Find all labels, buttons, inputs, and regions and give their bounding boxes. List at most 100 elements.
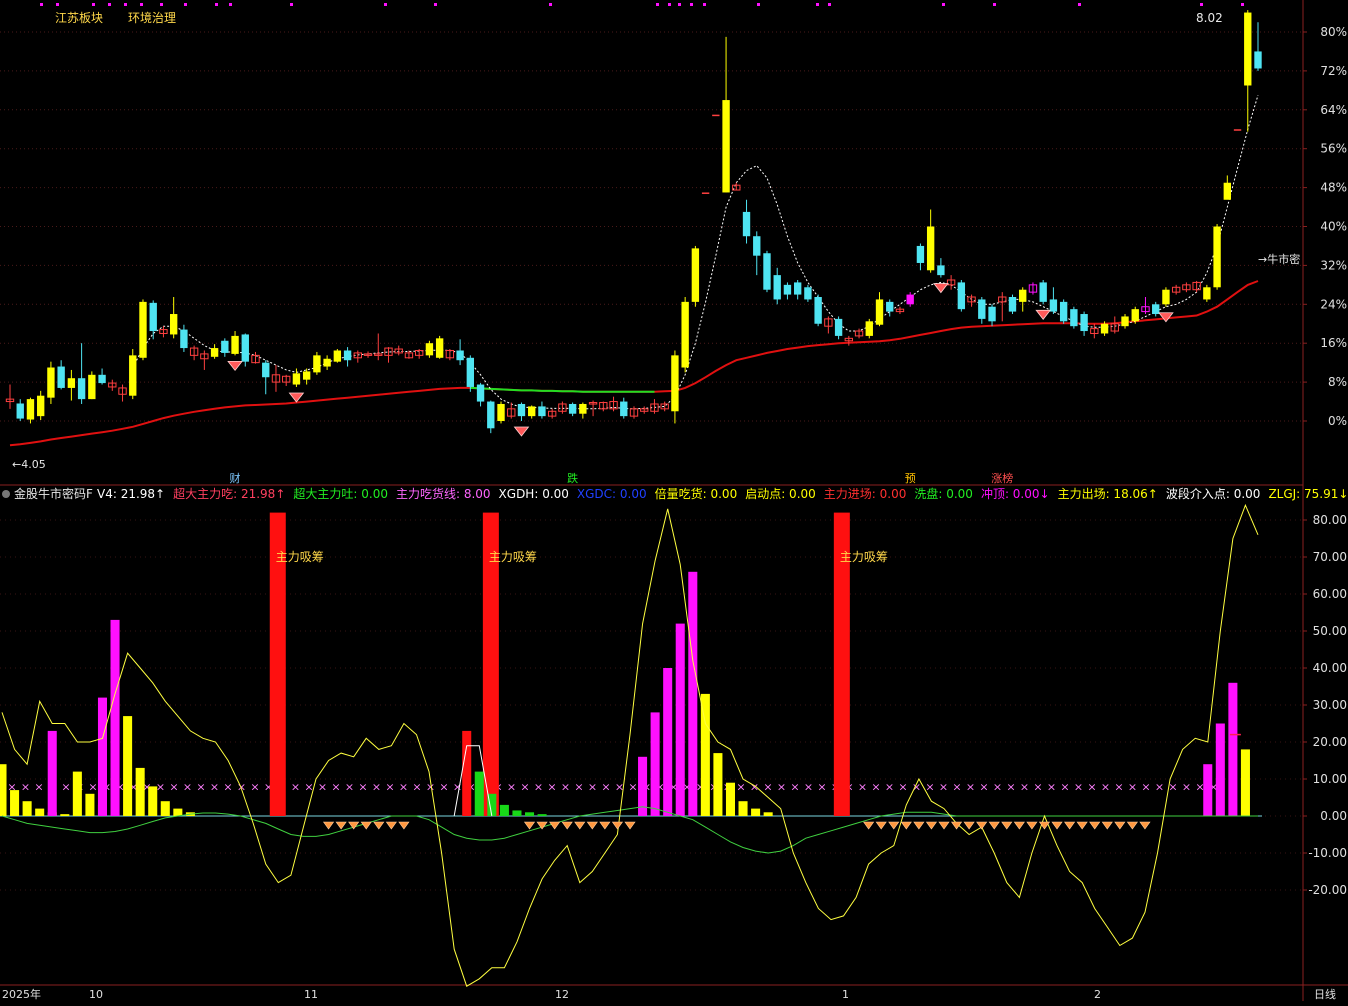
period-label[interactable]: 日线 xyxy=(1314,987,1336,1001)
green-bar xyxy=(499,804,509,816)
candle-body xyxy=(1059,301,1068,322)
candle-body xyxy=(804,287,812,300)
candle-body xyxy=(323,358,331,367)
accumulation-x-marker: × xyxy=(399,780,408,793)
top-marker-dot xyxy=(40,3,43,6)
yellow-bar xyxy=(22,801,32,816)
indicator-field: XGDC: 0.00 xyxy=(577,487,647,501)
indicator-toggle-icon[interactable] xyxy=(2,490,10,498)
indicator-field: 洗盘: 0.00 xyxy=(914,486,973,501)
osc-tick-label: 70.00 xyxy=(1313,550,1347,564)
yellow-bar xyxy=(173,808,183,816)
candle-body xyxy=(57,366,65,388)
red-bar xyxy=(462,730,472,816)
top-marker-dot xyxy=(290,3,293,6)
osc-tick-label: 50.00 xyxy=(1313,624,1347,638)
candle-body xyxy=(1223,182,1231,200)
yellow-bar xyxy=(0,764,7,816)
yellow-bar xyxy=(763,812,773,816)
accumulation-x-marker: × xyxy=(777,780,786,793)
yellow-bar xyxy=(725,782,736,816)
accumulation-x-marker: × xyxy=(1114,780,1123,793)
candle-body xyxy=(210,348,219,357)
candle-body xyxy=(1162,289,1170,305)
time-label-feb: 2 xyxy=(1094,988,1101,1001)
indicator-field: 冲顶: 0.00↓ xyxy=(981,486,1050,501)
indicator-name[interactable]: 金股牛市密码F xyxy=(14,486,93,501)
osc-tick-label: 10.00 xyxy=(1313,772,1347,786)
candle-body xyxy=(67,378,76,388)
yellow-bar xyxy=(148,786,158,816)
candle xyxy=(804,284,812,302)
accumulation-x-marker: × xyxy=(1087,780,1096,793)
price-tick-label: 80% xyxy=(1320,25,1347,39)
candle-body xyxy=(456,350,464,361)
candle-body xyxy=(466,357,475,387)
candle-body xyxy=(886,301,894,312)
accumulation-x-marker: × xyxy=(507,780,516,793)
candle xyxy=(435,335,444,359)
accumulation-x-marker: × xyxy=(1020,780,1029,793)
candle-body xyxy=(763,253,771,290)
top-marker-dot xyxy=(140,3,143,6)
indicator-field: 主力出场: 18.06↑ xyxy=(1058,487,1158,501)
indicator-field: 超大主力吃: 21.98↑ xyxy=(173,486,285,501)
chart-canvas: 财 跌 预 涨榜 × × × × × × × × × × × × × × × × × × × × × × × × × × × × × × × × × ×… xyxy=(0,0,1348,1001)
top-marker-dot xyxy=(993,3,996,6)
yellow-bar xyxy=(713,753,723,816)
candle-body xyxy=(1019,289,1027,302)
candle xyxy=(139,299,147,361)
indicator-field: XGDH: 0.00 xyxy=(499,487,569,501)
top-marker-dot xyxy=(1200,3,1203,6)
candle-body xyxy=(241,334,249,362)
top-marker-dot xyxy=(434,3,437,6)
accumulation-x-marker: × xyxy=(1033,780,1042,793)
top-marker-dot xyxy=(1241,3,1244,6)
candle-body xyxy=(425,343,434,356)
top-marker-dot xyxy=(384,3,387,6)
accumulation-x-marker: × xyxy=(750,780,759,793)
indicator-field: 主力进场: 0.00 xyxy=(824,487,907,501)
candle xyxy=(865,318,873,339)
candle xyxy=(1213,224,1221,290)
sector-tag[interactable]: 江苏板块 xyxy=(55,11,103,25)
indicator-field: 倍量吃货: 0.00 xyxy=(655,486,738,501)
price-tick-label: 64% xyxy=(1320,103,1347,117)
candle xyxy=(88,371,96,400)
magenta-bar xyxy=(1228,682,1238,816)
candle xyxy=(466,355,475,392)
accumulation-x-marker: × xyxy=(1006,780,1015,793)
osc-tick-label: 0.00 xyxy=(1320,809,1347,823)
top-marker-dot xyxy=(229,3,232,6)
candle-body xyxy=(292,373,301,385)
candle xyxy=(763,250,771,293)
accumulation-x-marker: × xyxy=(534,780,543,793)
candle xyxy=(1233,129,1242,131)
indicator-field: V4: 21.98↑ xyxy=(97,487,165,501)
accumulation-x-marker: × xyxy=(1047,780,1056,793)
time-label-year: 2025年 xyxy=(2,987,41,1001)
top-marker-dot xyxy=(160,3,163,6)
accumulation-x-marker: × xyxy=(412,780,421,793)
indicator-field: 超大主力吐: 0.00 xyxy=(293,486,388,501)
concept-tag[interactable]: 环境治理 xyxy=(128,10,176,25)
candle xyxy=(487,400,495,434)
magenta-bar xyxy=(663,668,673,816)
accumulation-x-marker: × xyxy=(1195,780,1204,793)
candle xyxy=(1008,294,1017,315)
osc-tick-label: -10.00 xyxy=(1308,846,1347,860)
candle-body xyxy=(926,226,935,271)
candle xyxy=(497,401,505,424)
accumulation-x-marker: × xyxy=(588,780,597,793)
candle-body xyxy=(722,100,730,193)
accumulation-x-marker: × xyxy=(885,780,894,793)
candle xyxy=(1039,279,1047,305)
accumulation-x-marker: × xyxy=(318,780,327,793)
accumulation-x-marker: × xyxy=(858,780,867,793)
candle-body xyxy=(313,355,321,373)
green-bar xyxy=(524,812,535,816)
accumulation-x-marker: × xyxy=(790,780,799,793)
top-marker-dot xyxy=(816,3,819,6)
accumulation-x-marker: × xyxy=(520,780,529,793)
top-marker-dot xyxy=(1078,3,1081,6)
